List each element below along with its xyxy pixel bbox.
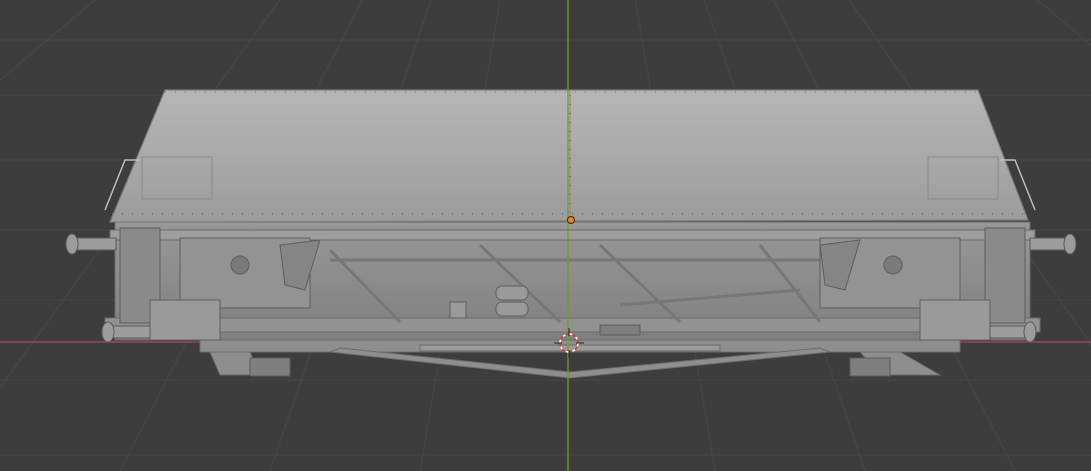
3d-viewport[interactable] — [0, 0, 1091, 471]
side-sill — [104, 317, 1041, 333]
underframe — [199, 339, 961, 379]
car-roof — [109, 89, 1029, 223]
object-origin-icon[interactable] — [567, 216, 575, 224]
viewport-canvas[interactable] — [0, 0, 1091, 471]
